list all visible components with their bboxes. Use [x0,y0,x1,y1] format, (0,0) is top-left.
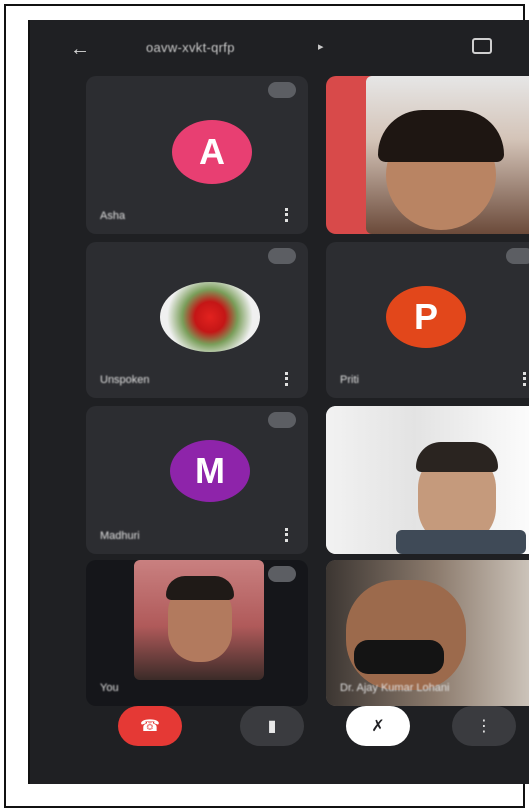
participant-name: Asha [100,210,126,222]
participant-tile-video-2[interactable] [326,406,529,554]
screenshot-frame: ← oavw-xvkt-qrfp ▸ A Asha Unspoken P Pri… [4,4,529,808]
participant-tile-asha[interactable]: A Asha [86,76,308,234]
back-arrow-icon[interactable]: ← [70,38,90,61]
phone-hangup-icon: ☎ [140,718,160,735]
participant-name: Priti [340,374,359,386]
mic-off-icon [268,82,296,98]
participant-name: Dr. Ajay Kumar Lohani [340,682,450,694]
meet-screen: ← oavw-xvkt-qrfp ▸ A Asha Unspoken P Pri… [28,20,529,784]
avatar-priti: P [386,286,466,348]
more-options-icon[interactable] [523,372,526,386]
camera-button[interactable]: ▮ [240,706,304,746]
mic-button[interactable]: ✗ [346,706,410,746]
camera-icon: ▮ [267,718,277,735]
participant-name: Madhuri [100,530,140,542]
mic-off-icon: ✗ [371,718,385,735]
participant-name: You [100,682,119,694]
participant-shirt [396,530,526,554]
more-options-icon[interactable] [285,372,288,386]
more-vertical-icon: ⋮ [476,718,492,735]
participant-tile-video-1[interactable] [326,76,529,234]
more-options-button[interactable]: ⋮ [452,706,516,746]
meeting-code[interactable]: oavw-xvkt-qrfp [146,40,235,55]
more-options-icon[interactable] [285,528,288,542]
participant-hair [416,442,498,472]
participant-hair [166,576,234,600]
mic-off-icon [268,248,296,264]
rose-avatar-image [160,282,260,352]
mic-off-icon [506,248,529,264]
participant-tile-madhuri[interactable]: M Madhuri [86,406,308,554]
self-video-tile[interactable]: You [86,560,308,706]
chevron-right-icon[interactable]: ▸ [318,40,324,53]
participant-tile-video-3[interactable]: Dr. Ajay Kumar Lohani [326,560,529,706]
end-call-button[interactable]: ☎ [118,706,182,746]
participant-hair [378,110,504,162]
mic-off-icon [268,412,296,428]
participant-name: Unspoken [100,374,150,386]
avatar-asha: A [172,120,252,184]
camera-switch-icon[interactable] [472,38,492,54]
call-controls: ☎ ▮ ✗ ⋮ [30,706,529,756]
participant-tile-priti[interactable]: P Priti [326,242,529,398]
participant-tile-unspoken[interactable]: Unspoken [86,242,308,398]
top-bar: ← oavw-xvkt-qrfp ▸ [30,20,529,76]
more-options-icon[interactable] [285,208,288,222]
mic-off-icon [268,566,296,582]
participant-mask [354,640,444,674]
avatar-madhuri: M [170,440,250,502]
